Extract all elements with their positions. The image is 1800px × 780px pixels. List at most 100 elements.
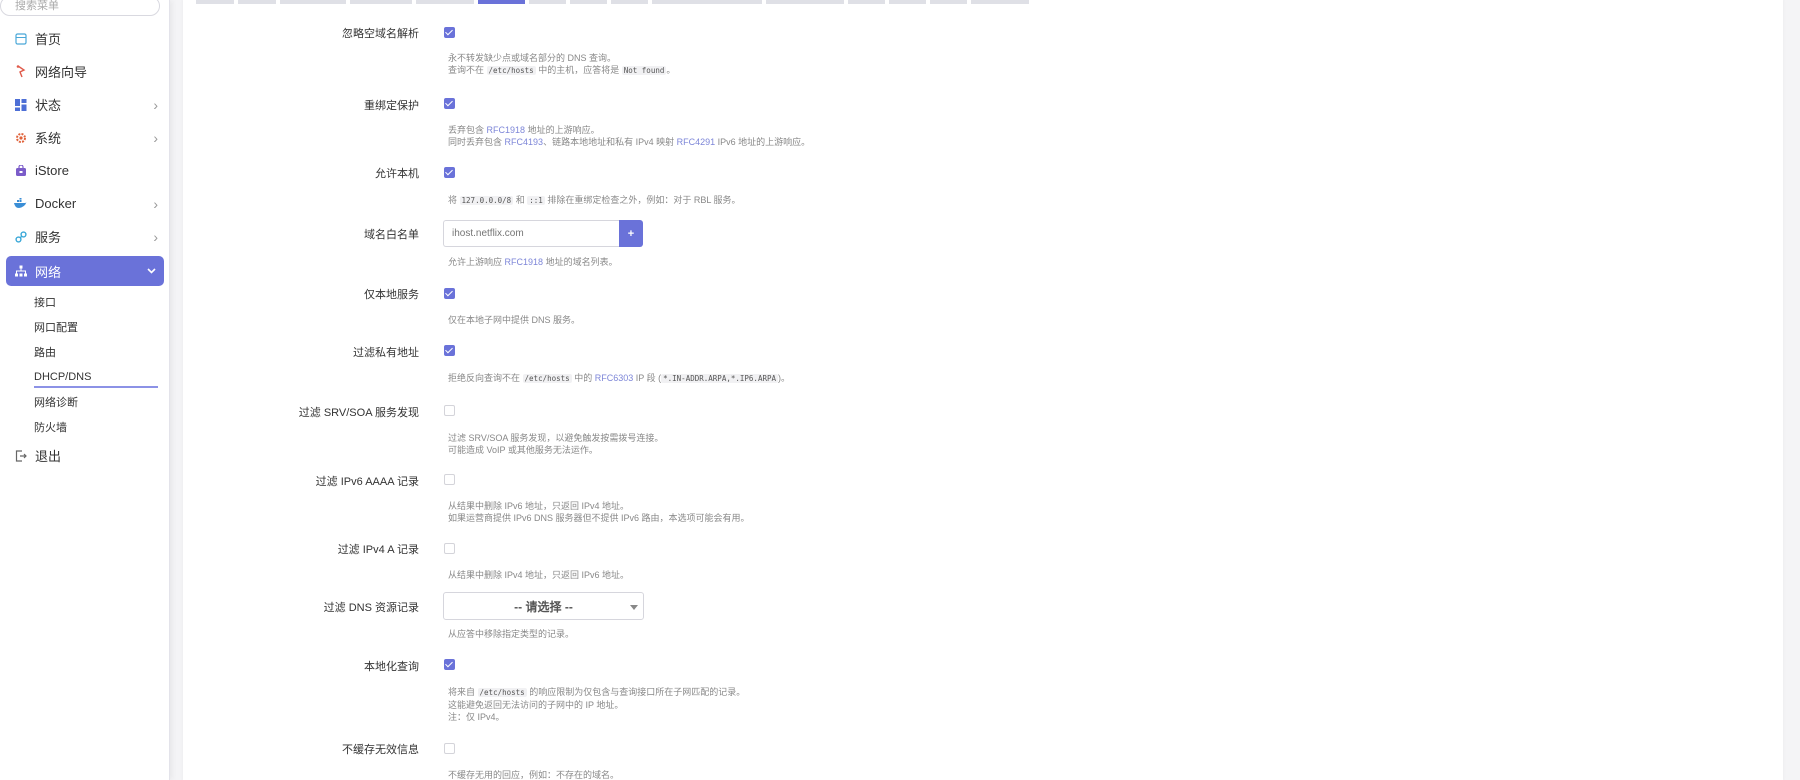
- sidebar-item-home[interactable]: 首页: [0, 22, 170, 55]
- settings-tab[interactable]: [889, 0, 926, 4]
- settings-tab[interactable]: [611, 0, 648, 4]
- settings-tab[interactable]: [280, 0, 346, 4]
- logout-icon: [14, 449, 27, 462]
- option-label: 仅本地服务: [364, 289, 419, 301]
- app-root: 搜索菜单 首页 网络向导 状态 › 系统 › iStore Docker › 服…: [0, 0, 1800, 780]
- option-label: 域名白名单: [364, 229, 419, 241]
- chevron-right-icon: ›: [153, 129, 158, 146]
- allow-localhost-checkbox[interactable]: [444, 167, 455, 178]
- ignore-empty-domain-checkbox[interactable]: [444, 27, 455, 38]
- link-icon: [14, 230, 27, 243]
- wizard-icon: [14, 65, 27, 78]
- sidebar-item-label: iStore: [35, 163, 69, 178]
- no-negcache-checkbox[interactable]: [444, 743, 455, 754]
- caret-down-icon: [630, 605, 638, 610]
- sidebar-menu: 首页 网络向导 状态 › 系统 › iStore Docker › 服务 › 网…: [0, 22, 170, 472]
- option-label: 过滤 DNS 资源记录: [323, 602, 419, 614]
- settings-tab[interactable]: [766, 0, 844, 4]
- option-label: 允许本机: [375, 168, 419, 180]
- subnav-dhcp-dns[interactable]: DHCP/DNS: [0, 364, 170, 389]
- localise-queries-checkbox[interactable]: [444, 659, 455, 670]
- option-label: 过滤 IPv6 AAAA 记录: [315, 476, 419, 488]
- sidebar-item-services[interactable]: 服务 ›: [0, 220, 170, 253]
- settings-tab[interactable]: [652, 0, 762, 4]
- settings-tab-active[interactable]: [478, 0, 525, 4]
- settings-tab[interactable]: [238, 0, 276, 4]
- option-description: 允许上游响应 RFC1918 地址的域名列表。: [448, 257, 618, 267]
- option-description: 不缓存无用的回应，例如：不存在的域名。: [448, 770, 620, 780]
- rfc1918-link[interactable]: RFC1918: [487, 125, 526, 135]
- select-value: -- 请选择 --: [514, 599, 573, 614]
- option-label: 过滤私有地址: [353, 347, 419, 359]
- network-icon: [14, 265, 27, 278]
- sidebar: 搜索菜单 首页 网络向导 状态 › 系统 › iStore Docker › 服…: [0, 0, 170, 780]
- filter-private-checkbox[interactable]: [444, 345, 455, 356]
- docker-icon: [14, 197, 27, 210]
- settings-tab[interactable]: [848, 0, 885, 4]
- gear-icon: [14, 131, 27, 144]
- sidebar-item-label: 网络向导: [35, 65, 88, 80]
- rfc1918-link[interactable]: RFC1918: [505, 257, 544, 267]
- sidebar-item-label: 服务: [35, 230, 62, 245]
- sidebar-item-label: 状态: [35, 98, 62, 113]
- settings-tab[interactable]: [350, 0, 412, 4]
- settings-tab[interactable]: [529, 0, 566, 4]
- sidebar-item-logout[interactable]: 退出: [0, 439, 170, 472]
- store-icon: [14, 164, 27, 177]
- sidebar-item-status[interactable]: 状态 ›: [0, 88, 170, 121]
- dhcp-dns-settings-panel: 忽略空域名解析 永不转发缺少点或域名部分的 DNS 查询。 查询不在 /etc/…: [183, 0, 1783, 780]
- rfc4291-link[interactable]: RFC4291: [677, 137, 716, 147]
- rebind-protection-checkbox[interactable]: [444, 98, 455, 109]
- chevron-right-icon: ›: [153, 96, 158, 113]
- option-description: 拒绝反向查询不在 /etc/hosts 中的 RFC6303 IP 段 (*.I…: [448, 373, 791, 383]
- chevron-right-icon: ›: [153, 228, 158, 245]
- option-description: 过滤 SRV/SOA 服务发现，以避免触发按需拨号连接。 可能造成 VoIP 或…: [448, 433, 664, 455]
- rfc4193-link[interactable]: RFC4193: [505, 137, 544, 147]
- sidebar-item-label: 网络: [35, 264, 62, 280]
- subnav-routes[interactable]: 路由: [0, 339, 170, 364]
- subnav-diagnostics[interactable]: 网络诊断: [0, 389, 170, 414]
- subnav-interfaces[interactable]: 接口: [0, 289, 170, 314]
- sidebar-item-label: 系统: [35, 131, 62, 146]
- option-label: 忽略空域名解析: [342, 28, 419, 40]
- home-icon: [14, 32, 27, 45]
- sidebar-item-label: 退出: [35, 449, 62, 464]
- option-description: 从结果中删除 IPv6 地址，只返回 IPv4 地址。 如果运营商提供 IPv6…: [448, 501, 750, 523]
- settings-tab[interactable]: [196, 0, 234, 4]
- filter-srv-soa-checkbox[interactable]: [444, 405, 455, 416]
- settings-tab[interactable]: [971, 0, 1029, 4]
- chevron-right-icon: ›: [153, 195, 158, 212]
- sidebar-item-wizard[interactable]: 网络向导: [0, 55, 170, 88]
- settings-tab[interactable]: [416, 0, 474, 4]
- sidebar-item-docker[interactable]: Docker ›: [0, 187, 170, 220]
- option-description: 将 127.0.0.0/8 和 ::1 排除在重绑定检查之外，例如：对于 RBL…: [448, 195, 741, 205]
- option-label: 过滤 IPv4 A 记录: [337, 544, 419, 556]
- local-service-checkbox[interactable]: [444, 288, 455, 299]
- option-description: 永不转发缺少点或域名部分的 DNS 查询。 查询不在 /etc/hosts 中的…: [448, 53, 676, 75]
- option-label: 不缓存无效信息: [342, 744, 419, 756]
- sidebar-item-network[interactable]: 网络: [6, 256, 164, 286]
- subnav-firewall[interactable]: 防火墙: [0, 414, 170, 439]
- chevron-down-icon: [147, 256, 156, 286]
- option-description: 仅在本地子网中提供 DNS 服务。: [448, 315, 581, 325]
- option-label: 重绑定保护: [364, 100, 419, 112]
- settings-tabs: [196, 0, 1029, 4]
- sidebar-item-label: Docker: [35, 196, 77, 211]
- settings-tab[interactable]: [930, 0, 967, 4]
- rfc6303-link[interactable]: RFC6303: [595, 373, 634, 383]
- filter-rr-select[interactable]: -- 请选择 --: [443, 592, 644, 620]
- add-domain-button[interactable]: +: [619, 220, 643, 247]
- option-description: 丢弃包含 RFC1918 地址的上游响应。 同时丢弃包含 RFC4193、链路本…: [448, 125, 811, 147]
- subnav-port-config[interactable]: 网口配置: [0, 314, 170, 339]
- dashboard-icon: [14, 98, 27, 111]
- filter-a-checkbox[interactable]: [444, 543, 455, 554]
- settings-tab[interactable]: [570, 0, 607, 4]
- option-description: 将来自 /etc/hosts 的响应限制为仅包含与查询接口所在子网匹配的记录。 …: [448, 687, 746, 722]
- sidebar-item-system[interactable]: 系统 ›: [0, 121, 170, 154]
- sidebar-item-label: 首页: [35, 32, 62, 47]
- domain-whitelist-input[interactable]: [443, 220, 619, 247]
- search-menu-input[interactable]: 搜索菜单: [0, 0, 160, 16]
- sidebar-item-istore[interactable]: iStore: [0, 154, 170, 187]
- option-description: 从结果中删除 IPv4 地址，只返回 IPv6 地址。: [448, 570, 630, 580]
- filter-aaaa-checkbox[interactable]: [444, 474, 455, 485]
